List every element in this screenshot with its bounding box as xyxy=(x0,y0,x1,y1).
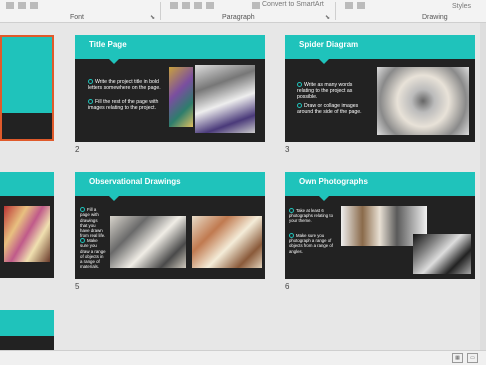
bullet-icon xyxy=(297,82,302,88)
paragraph-dialog-launcher-icon[interactable]: ⬊ xyxy=(325,14,330,21)
bullet-icon xyxy=(297,103,302,109)
align-icon[interactable] xyxy=(194,2,202,9)
font-size-icon[interactable] xyxy=(6,2,14,9)
reading-view-icon[interactable]: ▭ xyxy=(467,353,478,363)
spider-diagram-image xyxy=(377,67,469,135)
ribbon-separator xyxy=(335,2,336,20)
font-dialog-launcher-icon[interactable]: ⬊ xyxy=(150,14,155,21)
slide-bullet: Take at least 6 photographs relating to … xyxy=(289,208,333,224)
observational-drawing-image xyxy=(110,216,186,268)
slide-thumbnail-7[interactable] xyxy=(0,310,54,350)
title-notch xyxy=(109,196,119,201)
slide-bullet: Make sure you draw a range of objects in… xyxy=(80,238,106,270)
photograph-image xyxy=(413,234,471,274)
columns-icon[interactable] xyxy=(206,2,214,9)
status-bar: ▦ ▭ xyxy=(0,350,486,365)
slide-footer-band xyxy=(2,113,52,139)
slide-bullet: Make sure you photograph a range of obje… xyxy=(289,233,333,254)
slide-title: Observational Drawings xyxy=(89,177,181,186)
ribbon: Font ⬊ Convert to SmartArt Paragraph ⬊ D… xyxy=(0,0,486,23)
numbering-icon[interactable] xyxy=(182,2,190,9)
bullets-icon[interactable] xyxy=(170,2,178,9)
collage-image xyxy=(195,65,255,133)
bullet-icon xyxy=(88,79,93,85)
slide-title-band xyxy=(0,172,54,196)
slide-bullet: Draw or collage images around the side o… xyxy=(297,103,362,116)
title-notch xyxy=(319,59,329,64)
slide-title: Own Photographs xyxy=(299,177,368,186)
slide-bullet: Write as many words relating to the proj… xyxy=(297,82,353,101)
vertical-scrollbar[interactable] xyxy=(480,23,486,350)
slide-title: Title Page xyxy=(89,40,127,49)
ribbon-group-drawing: Drawing xyxy=(422,14,448,21)
shapes-icon[interactable] xyxy=(345,2,353,9)
slide-thumbnail-2[interactable]: Title Page Write the project title in bo… xyxy=(75,35,265,142)
smartart-icon[interactable] xyxy=(252,2,260,9)
slide-sorter-view-icon[interactable]: ▦ xyxy=(452,353,463,363)
slide-title: Spider Diagram xyxy=(299,40,359,49)
slide-bullet: Write the project title in bold letters … xyxy=(88,79,161,92)
arrange-icon[interactable] xyxy=(357,2,365,9)
slide-bullet: Fill a page with drawings that you have … xyxy=(80,207,106,239)
slide-number: 6 xyxy=(285,282,290,291)
slide-footer-band xyxy=(0,336,54,350)
slide-thumbnail-3[interactable]: Spider Diagram Write as many words relat… xyxy=(285,35,475,142)
convert-smartart-button[interactable]: Convert to SmartArt xyxy=(262,1,324,8)
italic-icon[interactable] xyxy=(30,2,38,9)
slide-thumbnail-5[interactable]: Observational Drawings Fill a page with … xyxy=(75,172,265,279)
slide-thumbnail-4[interactable] xyxy=(0,172,54,278)
title-notch xyxy=(319,196,329,201)
slide-number: 2 xyxy=(75,145,80,154)
slide-number: 3 xyxy=(285,145,290,154)
title-notch xyxy=(109,59,119,64)
ribbon-group-paragraph: Paragraph xyxy=(222,14,255,21)
slide-thumbnail-1[interactable] xyxy=(0,35,54,141)
bold-icon[interactable] xyxy=(18,2,26,9)
bullet-icon xyxy=(88,99,93,105)
ribbon-separator xyxy=(160,2,161,20)
collage-image xyxy=(4,206,50,262)
slide-bullet: Fill the rest of the page with images re… xyxy=(88,99,159,112)
observational-drawing-image xyxy=(192,216,262,268)
slide-thumbnail-6[interactable]: Own Photographs Take at least 6 photogra… xyxy=(285,172,475,279)
slide-number: 5 xyxy=(75,282,80,291)
ribbon-group-font: Font xyxy=(70,14,85,21)
quick-styles-button[interactable]: Styles xyxy=(452,3,471,10)
slide-sorter-view: Title Page Write the project title in bo… xyxy=(0,23,486,350)
collage-image xyxy=(169,67,193,127)
